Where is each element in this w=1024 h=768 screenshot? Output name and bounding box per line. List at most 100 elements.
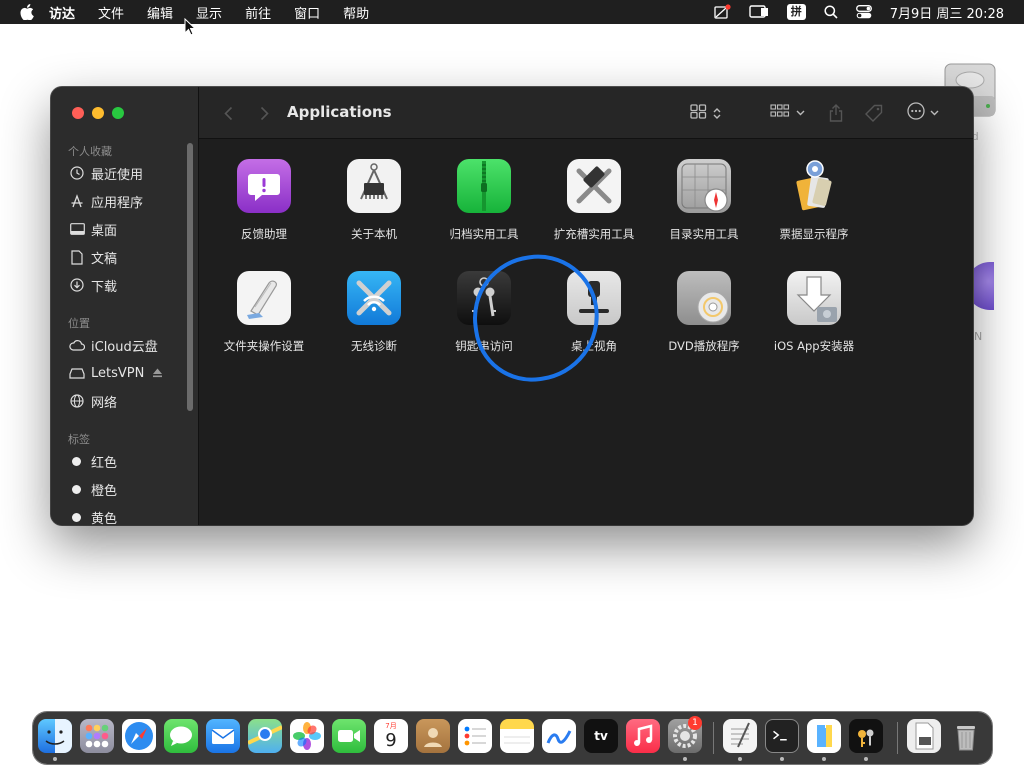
sidebar-item-label: 黄色	[91, 511, 118, 526]
wireless-diagnostics-icon	[347, 271, 401, 325]
sidebar-item-downloads[interactable]: 下载	[69, 274, 117, 296]
archive-utility-icon	[457, 159, 511, 213]
notes-icon[interactable]	[500, 719, 534, 753]
mail-icon[interactable]	[206, 719, 240, 753]
sidebar-item-recents[interactable]: 最近使用	[69, 162, 143, 184]
more-actions-button[interactable]	[905, 101, 941, 125]
group-by-button[interactable]	[767, 101, 807, 125]
sidebar-item-tag-orange[interactable]: 橙色	[69, 478, 117, 500]
app-item-dvd-player[interactable]: DVD播放程序	[649, 271, 759, 354]
running-indicator	[683, 757, 687, 761]
app-label: 票据显示程序	[779, 227, 849, 241]
sidebar-item-label: 应用程序	[91, 195, 144, 211]
messages-icon[interactable]	[164, 719, 198, 753]
app-item-folder-actions-setup[interactable]: 文件夹操作设置	[209, 271, 319, 354]
app-item-directory-utility[interactable]: 目录实用工具	[649, 159, 759, 242]
sidebar-item-documents[interactable]: 文稿	[69, 246, 117, 268]
downloads-stack-icon[interactable]	[907, 719, 941, 753]
freeform-icon[interactable]	[542, 719, 576, 753]
app-item-archive-utility[interactable]: 归档实用工具	[429, 159, 539, 242]
screen-recording-icon[interactable]	[713, 4, 731, 20]
app-item-feedback-assistant[interactable]: 反馈助理	[209, 159, 319, 242]
menu-help[interactable]: 帮助	[343, 3, 369, 22]
sidebar-item-applications[interactable]: 应用程序	[69, 190, 143, 212]
reminders-icon[interactable]	[458, 719, 492, 753]
finder-icon[interactable]	[38, 719, 72, 753]
app-label: 扩充槽实用工具	[553, 227, 635, 241]
keychain-access-dock-icon[interactable]	[849, 719, 883, 753]
sidebar-item-network[interactable]: 网络	[69, 390, 117, 412]
textedit-icon[interactable]	[723, 719, 757, 753]
app-label: 目录实用工具	[669, 227, 739, 241]
apple-tv-label: tv	[594, 729, 608, 743]
menu-window[interactable]: 窗口	[294, 3, 320, 22]
sidebar-item-desktop[interactable]: 桌面	[69, 218, 117, 240]
app-item-system-information[interactable]: 关于本机	[319, 159, 429, 242]
app-label: 归档实用工具	[449, 227, 519, 241]
sidebar-heading-tags: 标签	[68, 433, 90, 446]
contacts-icon[interactable]	[416, 719, 450, 753]
calendar-icon[interactable]: 7月 9	[374, 719, 408, 753]
menu-app-name[interactable]: 访达	[49, 3, 75, 22]
launchpad-icon[interactable]	[80, 719, 114, 753]
expansion-slot-utility-icon	[567, 159, 621, 213]
app-item-expansion-slot-utility[interactable]: 扩充槽实用工具	[539, 159, 649, 242]
menu-clock[interactable]: 7月9日 周三 20:28	[890, 3, 1004, 22]
photos-icon[interactable]	[290, 719, 324, 753]
eject-icon[interactable]	[152, 368, 163, 378]
tag-button[interactable]	[863, 101, 885, 125]
clock-icon	[69, 165, 85, 181]
minimize-window-button[interactable]	[92, 107, 104, 119]
tag-dot-icon	[72, 512, 81, 522]
spotlight-search-icon[interactable]	[824, 5, 838, 19]
input-method-indicator[interactable]: 拼	[786, 4, 806, 20]
dock-separator	[897, 722, 898, 754]
facetime-icon[interactable]	[332, 719, 366, 753]
trash-icon[interactable]	[949, 719, 983, 753]
sidebar-heading-locations: 位置	[68, 317, 90, 330]
back-button[interactable]	[219, 101, 237, 125]
safari-icon[interactable]	[122, 719, 156, 753]
running-indicator	[822, 757, 826, 761]
close-window-button[interactable]	[72, 107, 84, 119]
file-grid: 反馈助理 关于本机 归档实用工具 扩充槽实用工具 目录实用工具 票据显示程序 文…	[199, 139, 973, 525]
forward-button[interactable]	[255, 101, 273, 125]
view-mode-button[interactable]	[685, 101, 725, 125]
terminal-icon[interactable]	[765, 719, 799, 753]
menu-file[interactable]: 文件	[98, 3, 124, 22]
annotation-circle	[464, 246, 608, 390]
desktop-icon	[69, 221, 85, 237]
display-mirror-icon[interactable]	[749, 5, 769, 19]
download-icon	[69, 277, 85, 293]
app-item-ios-app-installer[interactable]: iOS App安装器	[759, 271, 869, 354]
grid-view-icon	[689, 103, 707, 123]
sidebar-item-letsvpn[interactable]: LetsVPN	[69, 362, 163, 384]
finder-sidebar: 个人收藏 最近使用 应用程序 桌面 文稿 下载 位置 iCloud云盘 Lets…	[51, 87, 199, 525]
apple-logo-icon[interactable]	[17, 2, 37, 22]
sidebar-item-tag-yellow[interactable]: 黄色	[69, 506, 117, 525]
system-information-dock-icon[interactable]	[807, 719, 841, 753]
menu-view[interactable]: 显示	[196, 3, 222, 22]
share-button[interactable]	[825, 101, 847, 125]
app-item-wireless-diagnostics[interactable]: 无线诊断	[319, 271, 429, 354]
app-item-ticket-viewer[interactable]: 票据显示程序	[759, 159, 869, 242]
ellipsis-circle-icon	[907, 102, 925, 124]
menu-edit[interactable]: 编辑	[147, 3, 173, 22]
music-icon[interactable]	[626, 719, 660, 753]
menu-go[interactable]: 前往	[245, 3, 271, 22]
zoom-window-button[interactable]	[112, 107, 124, 119]
input-method-label: 拼	[786, 4, 806, 20]
sidebar-scrollbar[interactable]	[187, 143, 193, 411]
sidebar-item-icloud[interactable]: iCloud云盘	[69, 334, 158, 356]
chevron-up-down-icon	[713, 107, 721, 120]
sidebar-item-label: 桌面	[91, 223, 118, 239]
control-center-icon[interactable]	[855, 5, 872, 19]
sidebar-item-label: 橙色	[91, 483, 118, 499]
running-indicator	[780, 757, 784, 761]
maps-icon[interactable]	[248, 719, 282, 753]
app-label: 文件夹操作设置	[223, 339, 305, 353]
sidebar-item-tag-red[interactable]: 红色	[69, 450, 117, 472]
apple-tv-icon[interactable]: tv	[584, 719, 618, 753]
ios-app-installer-icon	[787, 271, 841, 325]
settings-notification-badge: 1	[688, 716, 702, 730]
